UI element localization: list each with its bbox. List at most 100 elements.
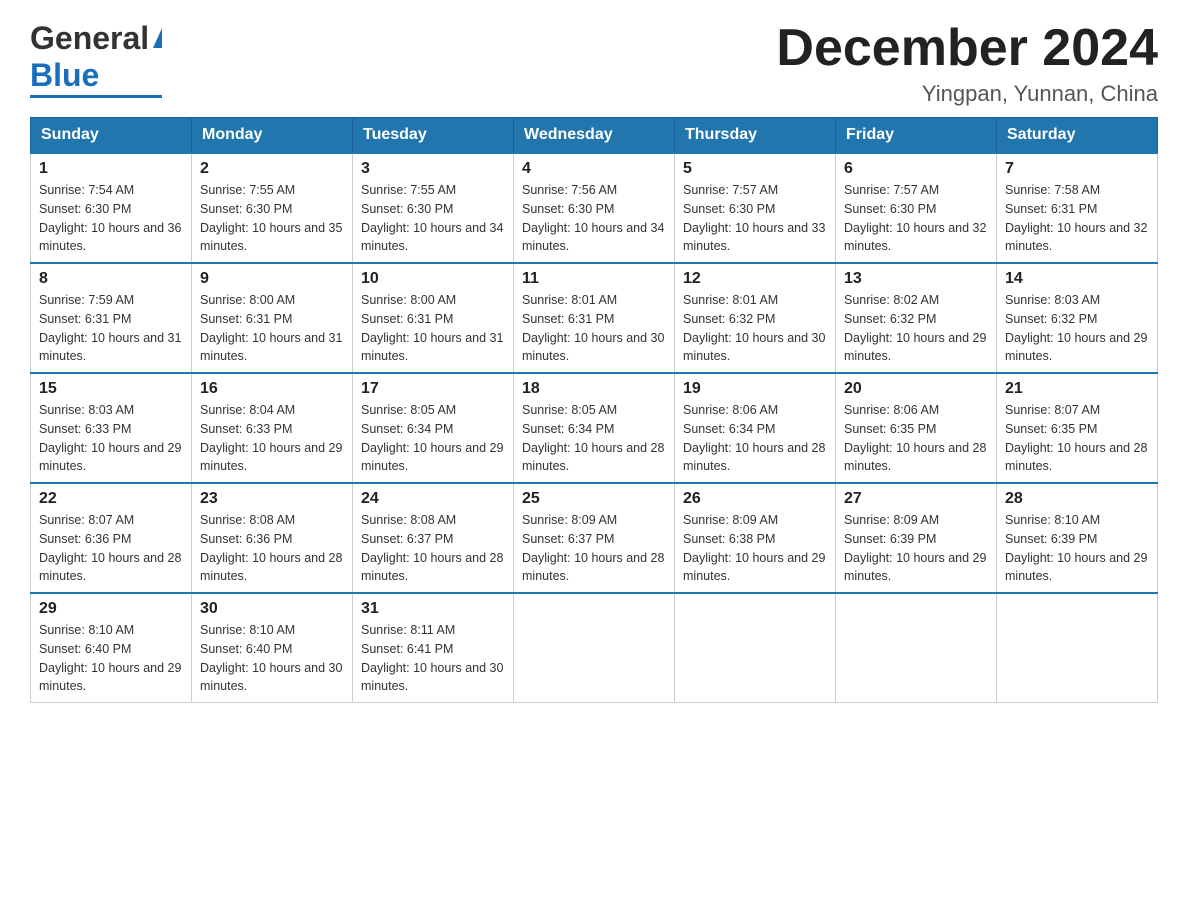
day-info: Sunrise: 7:55 AMSunset: 6:30 PMDaylight:…	[361, 181, 505, 256]
day-number: 17	[361, 380, 505, 398]
location-text: Yingpan, Yunnan, China	[776, 81, 1158, 107]
day-number: 18	[522, 380, 666, 398]
header-monday: Monday	[192, 118, 353, 154]
day-number: 24	[361, 490, 505, 508]
day-number: 19	[683, 380, 827, 398]
day-number: 23	[200, 490, 344, 508]
day-info: Sunrise: 7:57 AMSunset: 6:30 PMDaylight:…	[844, 181, 988, 256]
calendar-cell: 7 Sunrise: 7:58 AMSunset: 6:31 PMDaylight…	[997, 153, 1158, 263]
day-info: Sunrise: 7:54 AMSunset: 6:30 PMDaylight:…	[39, 181, 183, 256]
day-info: Sunrise: 7:57 AMSunset: 6:30 PMDaylight:…	[683, 181, 827, 256]
calendar-cell: 1 Sunrise: 7:54 AMSunset: 6:30 PMDaylight…	[31, 153, 192, 263]
calendar-cell: 11 Sunrise: 8:01 AMSunset: 6:31 PMDayligh…	[514, 263, 675, 373]
day-number: 9	[200, 270, 344, 288]
day-number: 7	[1005, 160, 1149, 178]
day-number: 2	[200, 160, 344, 178]
logo-general-text: General	[30, 20, 149, 57]
calendar-cell: 3 Sunrise: 7:55 AMSunset: 6:30 PMDaylight…	[353, 153, 514, 263]
header-friday: Friday	[836, 118, 997, 154]
day-number: 14	[1005, 270, 1149, 288]
day-number: 22	[39, 490, 183, 508]
day-info: Sunrise: 8:02 AMSunset: 6:32 PMDaylight:…	[844, 291, 988, 366]
day-info: Sunrise: 8:10 AMSunset: 6:40 PMDaylight:…	[39, 621, 183, 696]
calendar-cell: 2 Sunrise: 7:55 AMSunset: 6:30 PMDaylight…	[192, 153, 353, 263]
calendar-cell: 23 Sunrise: 8:08 AMSunset: 6:36 PMDayligh…	[192, 483, 353, 593]
day-info: Sunrise: 8:01 AMSunset: 6:31 PMDaylight:…	[522, 291, 666, 366]
calendar-cell: 20 Sunrise: 8:06 AMSunset: 6:35 PMDayligh…	[836, 373, 997, 483]
header-thursday: Thursday	[675, 118, 836, 154]
day-info: Sunrise: 8:00 AMSunset: 6:31 PMDaylight:…	[361, 291, 505, 366]
calendar-cell: 27 Sunrise: 8:09 AMSunset: 6:39 PMDayligh…	[836, 483, 997, 593]
week-row-4: 22Sunrise: 8:07 AMSunset: 6:36 PMDayligh…	[31, 483, 1158, 593]
calendar-cell: 16Sunrise: 8:04 AMSunset: 6:33 PMDayligh…	[192, 373, 353, 483]
day-info: Sunrise: 8:00 AMSunset: 6:31 PMDaylight:…	[200, 291, 344, 366]
day-info: Sunrise: 8:09 AMSunset: 6:37 PMDaylight:…	[522, 511, 666, 586]
day-number: 11	[522, 270, 666, 288]
day-info: Sunrise: 8:05 AMSunset: 6:34 PMDaylight:…	[522, 401, 666, 476]
day-number: 8	[39, 270, 183, 288]
calendar-cell: 30 Sunrise: 8:10 AMSunset: 6:40 PMDayligh…	[192, 593, 353, 703]
month-title: December 2024	[776, 20, 1158, 77]
calendar-cell: 17 Sunrise: 8:05 AMSunset: 6:34 PMDayligh…	[353, 373, 514, 483]
calendar-cell: 18 Sunrise: 8:05 AMSunset: 6:34 PMDayligh…	[514, 373, 675, 483]
day-number: 27	[844, 490, 988, 508]
day-info: Sunrise: 8:01 AMSunset: 6:32 PMDaylight:…	[683, 291, 827, 366]
calendar-cell: 8 Sunrise: 7:59 AMSunset: 6:31 PMDaylight…	[31, 263, 192, 373]
calendar-cell: 25 Sunrise: 8:09 AMSunset: 6:37 PMDayligh…	[514, 483, 675, 593]
day-number: 5	[683, 160, 827, 178]
day-number: 30	[200, 600, 344, 618]
title-block: December 2024 Yingpan, Yunnan, China	[776, 20, 1158, 107]
calendar-cell: 29 Sunrise: 8:10 AMSunset: 6:40 PMDayligh…	[31, 593, 192, 703]
day-info: Sunrise: 8:06 AMSunset: 6:34 PMDaylight:…	[683, 401, 827, 476]
calendar-cell: 9 Sunrise: 8:00 AMSunset: 6:31 PMDaylight…	[192, 263, 353, 373]
logo-triangle-icon	[153, 28, 162, 48]
week-row-5: 29 Sunrise: 8:10 AMSunset: 6:40 PMDayligh…	[31, 593, 1158, 703]
day-info: Sunrise: 8:03 AMSunset: 6:32 PMDaylight:…	[1005, 291, 1149, 366]
day-info: Sunrise: 7:59 AMSunset: 6:31 PMDaylight:…	[39, 291, 183, 366]
logo-divider	[30, 95, 162, 98]
day-number: 1	[39, 160, 183, 178]
day-info: Sunrise: 8:09 AMSunset: 6:39 PMDaylight:…	[844, 511, 988, 586]
calendar-cell: 24Sunrise: 8:08 AMSunset: 6:37 PMDayligh…	[353, 483, 514, 593]
day-info: Sunrise: 8:03 AMSunset: 6:33 PMDaylight:…	[39, 401, 183, 476]
calendar-cell: 31Sunrise: 8:11 AMSunset: 6:41 PMDayligh…	[353, 593, 514, 703]
week-row-2: 8 Sunrise: 7:59 AMSunset: 6:31 PMDaylight…	[31, 263, 1158, 373]
day-info: Sunrise: 8:10 AMSunset: 6:40 PMDaylight:…	[200, 621, 344, 696]
calendar-cell	[836, 593, 997, 703]
week-row-1: 1 Sunrise: 7:54 AMSunset: 6:30 PMDaylight…	[31, 153, 1158, 263]
week-row-3: 15 Sunrise: 8:03 AMSunset: 6:33 PMDayligh…	[31, 373, 1158, 483]
calendar-cell: 6 Sunrise: 7:57 AMSunset: 6:30 PMDaylight…	[836, 153, 997, 263]
page-header: General Blue December 2024 Yingpan, Yunn…	[30, 20, 1158, 107]
day-info: Sunrise: 7:55 AMSunset: 6:30 PMDaylight:…	[200, 181, 344, 256]
day-number: 13	[844, 270, 988, 288]
calendar-cell: 28Sunrise: 8:10 AMSunset: 6:39 PMDayligh…	[997, 483, 1158, 593]
day-number: 25	[522, 490, 666, 508]
day-number: 4	[522, 160, 666, 178]
day-number: 10	[361, 270, 505, 288]
calendar-cell: 22Sunrise: 8:07 AMSunset: 6:36 PMDayligh…	[31, 483, 192, 593]
day-number: 29	[39, 600, 183, 618]
logo-blue-text: Blue	[30, 57, 99, 94]
day-number: 16	[200, 380, 344, 398]
calendar-cell: 10 Sunrise: 8:00 AMSunset: 6:31 PMDayligh…	[353, 263, 514, 373]
day-info: Sunrise: 7:56 AMSunset: 6:30 PMDaylight:…	[522, 181, 666, 256]
calendar-cell: 5 Sunrise: 7:57 AMSunset: 6:30 PMDaylight…	[675, 153, 836, 263]
header-saturday: Saturday	[997, 118, 1158, 154]
day-number: 12	[683, 270, 827, 288]
calendar-header-row: SundayMondayTuesdayWednesdayThursdayFrid…	[31, 118, 1158, 154]
day-info: Sunrise: 8:05 AMSunset: 6:34 PMDaylight:…	[361, 401, 505, 476]
day-number: 6	[844, 160, 988, 178]
calendar-cell: 21Sunrise: 8:07 AMSunset: 6:35 PMDayligh…	[997, 373, 1158, 483]
day-number: 3	[361, 160, 505, 178]
header-tuesday: Tuesday	[353, 118, 514, 154]
day-number: 28	[1005, 490, 1149, 508]
calendar-cell: 19 Sunrise: 8:06 AMSunset: 6:34 PMDayligh…	[675, 373, 836, 483]
day-number: 20	[844, 380, 988, 398]
day-info: Sunrise: 8:09 AMSunset: 6:38 PMDaylight:…	[683, 511, 827, 586]
day-info: Sunrise: 8:06 AMSunset: 6:35 PMDaylight:…	[844, 401, 988, 476]
day-number: 15	[39, 380, 183, 398]
day-info: Sunrise: 7:58 AMSunset: 6:31 PMDaylight:…	[1005, 181, 1149, 256]
day-info: Sunrise: 8:08 AMSunset: 6:36 PMDaylight:…	[200, 511, 344, 586]
calendar-cell: 13 Sunrise: 8:02 AMSunset: 6:32 PMDayligh…	[836, 263, 997, 373]
header-wednesday: Wednesday	[514, 118, 675, 154]
